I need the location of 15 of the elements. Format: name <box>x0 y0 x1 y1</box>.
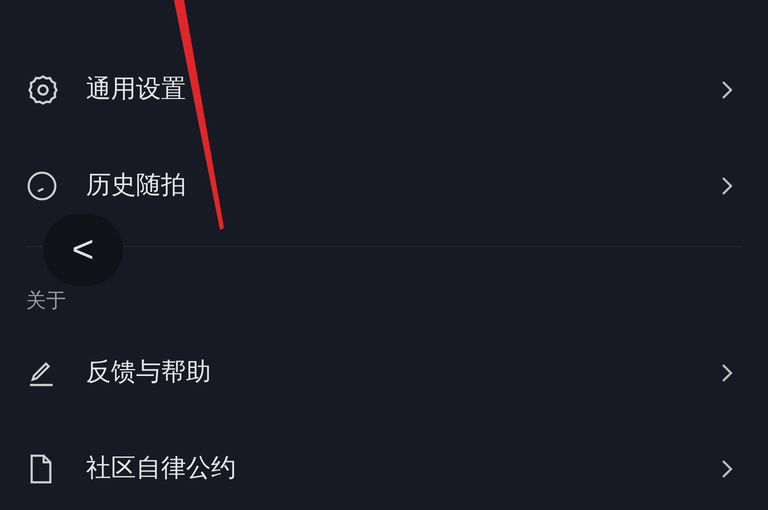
settings-icon <box>26 73 60 107</box>
chevron-right-icon <box>720 175 734 197</box>
settings-row[interactable]: 反馈与帮助 <box>0 325 768 421</box>
back-button[interactable]: < <box>43 214 123 286</box>
chevron-right-icon <box>720 79 734 101</box>
row-label: 反馈与帮助 <box>86 357 212 388</box>
chevron-right-icon <box>720 458 734 480</box>
settings-row[interactable]: 通用设置 <box>0 42 768 138</box>
section-header: 关于 <box>26 289 66 314</box>
chevron-right-icon <box>720 362 734 384</box>
row-label: 历史随拍 <box>86 170 187 202</box>
settings-row[interactable]: 社区自律公约 <box>0 421 768 510</box>
clock-icon <box>26 170 58 202</box>
row-label: 通用设置 <box>86 74 187 106</box>
row-label: 社区自律公约 <box>86 453 237 484</box>
